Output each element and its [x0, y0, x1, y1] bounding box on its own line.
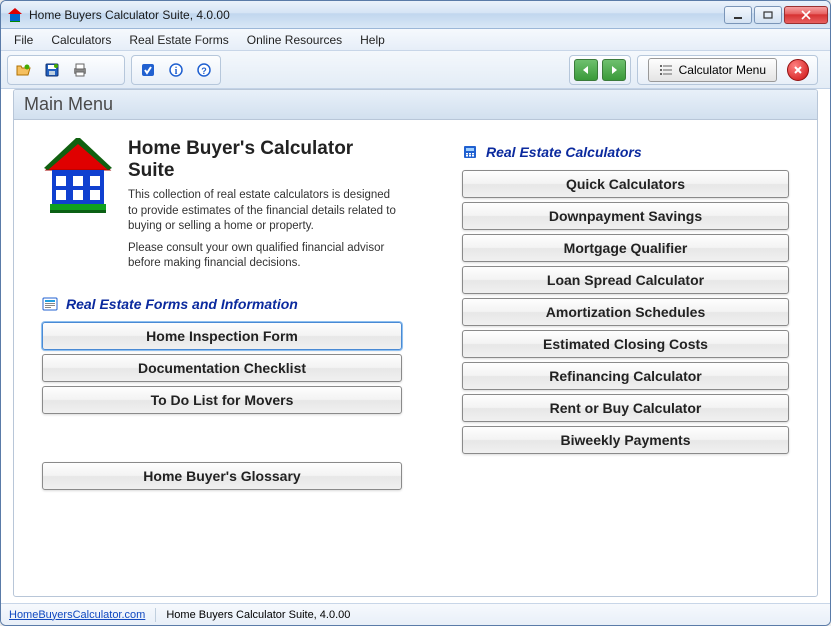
biweekly-payments-button[interactable]: Biweekly Payments [462, 426, 789, 454]
nav-forward-button[interactable] [602, 59, 626, 81]
loan-spread-calculator-button[interactable]: Loan Spread Calculator [462, 266, 789, 294]
estimated-closing-costs-button[interactable]: Estimated Closing Costs [462, 330, 789, 358]
intro-paragraph-2: Please consult your own qualified financ… [128, 241, 402, 272]
menu-calculators[interactable]: Calculators [42, 31, 120, 49]
maximize-button[interactable] [754, 6, 782, 24]
calculators-section-title: Real Estate Calculators [486, 144, 642, 160]
calculator-menu-label: Calculator Menu [679, 63, 766, 77]
status-separator [155, 608, 156, 622]
status-link[interactable]: HomeBuyersCalculator.com [9, 609, 145, 621]
main-frame: Main Menu [13, 89, 818, 597]
close-button[interactable] [784, 6, 828, 24]
nav-back-button[interactable] [574, 59, 598, 81]
application-window: Home Buyers Calculator Suite, 4.0.00 Fil… [0, 0, 831, 626]
check-box-icon [140, 62, 156, 78]
forms-section-title: Real Estate Forms and Information [66, 296, 298, 312]
forms-section-header: Real Estate Forms and Information [42, 296, 402, 312]
intro-text: Home Buyer's Calculator Suite This colle… [128, 138, 402, 278]
calculators-button-list: Quick Calculators Downpayment Savings Mo… [462, 170, 789, 454]
documentation-checklist-button[interactable]: Documentation Checklist [42, 354, 402, 382]
folder-open-icon [16, 62, 32, 78]
glossary-wrap: Home Buyer's Glossary [42, 462, 402, 490]
toolbar-group-menu: Calculator Menu [637, 55, 818, 85]
window-title: Home Buyers Calculator Suite, 4.0.00 [29, 8, 722, 22]
titlebar: Home Buyers Calculator Suite, 4.0.00 [1, 1, 830, 29]
menu-help[interactable]: Help [351, 31, 394, 49]
printer-icon [72, 62, 88, 78]
frame-body: Home Buyer's Calculator Suite This colle… [14, 120, 817, 596]
question-icon: ? [196, 62, 212, 78]
list-icon [659, 63, 673, 77]
quick-calculators-button[interactable]: Quick Calculators [462, 170, 789, 198]
intro-block: Home Buyer's Calculator Suite This colle… [42, 138, 402, 278]
app-house-icon [7, 7, 23, 23]
save-button[interactable] [39, 58, 65, 82]
rent-or-buy-calculator-button[interactable]: Rent or Buy Calculator [462, 394, 789, 422]
floppy-disk-icon [44, 62, 60, 78]
open-button[interactable] [11, 58, 37, 82]
downpayment-savings-button[interactable]: Downpayment Savings [462, 202, 789, 230]
glossary-button[interactable]: Home Buyer's Glossary [42, 462, 402, 490]
intro-heading: Home Buyer's Calculator Suite [128, 138, 402, 182]
statusbar: HomeBuyersCalculator.com Home Buyers Cal… [1, 603, 830, 625]
print-button[interactable] [67, 58, 93, 82]
content-area: Main Menu [1, 89, 830, 603]
forms-button-list: Home Inspection Form Documentation Check… [42, 322, 402, 414]
calculator-menu-button[interactable]: Calculator Menu [648, 58, 777, 82]
svg-text:i: i [175, 66, 178, 77]
to-do-list-movers-button[interactable]: To Do List for Movers [42, 386, 402, 414]
house-large-icon [42, 138, 114, 216]
home-inspection-form-button[interactable]: Home Inspection Form [42, 322, 402, 350]
info-button[interactable]: i [163, 58, 189, 82]
menu-real-estate-forms[interactable]: Real Estate Forms [120, 31, 237, 49]
info-icon: i [168, 62, 184, 78]
status-text: Home Buyers Calculator Suite, 4.0.00 [166, 609, 350, 621]
window-controls [722, 6, 828, 24]
x-icon [793, 65, 803, 75]
toolbar-group-info: i ? [131, 55, 221, 85]
menu-online-resources[interactable]: Online Resources [238, 31, 351, 49]
frame-title: Main Menu [14, 90, 817, 120]
minimize-button[interactable] [724, 6, 752, 24]
arrow-right-icon [609, 65, 619, 75]
mortgage-qualifier-button[interactable]: Mortgage Qualifier [462, 234, 789, 262]
menubar: File Calculators Real Estate Forms Onlin… [1, 29, 830, 51]
toolbar: i ? [1, 51, 830, 89]
check-button[interactable] [135, 58, 161, 82]
help-button[interactable]: ? [191, 58, 217, 82]
intro-paragraph-1: This collection of real estate calculato… [128, 188, 402, 235]
arrow-left-icon [581, 65, 591, 75]
svg-text:?: ? [201, 66, 207, 76]
menu-file[interactable]: File [5, 31, 42, 49]
left-column: Home Buyer's Calculator Suite This colle… [42, 138, 402, 586]
toolbar-group-nav [569, 55, 631, 85]
refinancing-calculator-button[interactable]: Refinancing Calculator [462, 362, 789, 390]
close-panel-button[interactable] [787, 59, 809, 81]
amortization-schedules-button[interactable]: Amortization Schedules [462, 298, 789, 326]
calculator-icon [462, 145, 478, 159]
right-column: Real Estate Calculators Quick Calculator… [462, 138, 789, 586]
blank-button[interactable] [95, 58, 121, 82]
form-icon [42, 297, 58, 311]
calculators-section-header: Real Estate Calculators [462, 144, 789, 160]
toolbar-group-file [7, 55, 125, 85]
